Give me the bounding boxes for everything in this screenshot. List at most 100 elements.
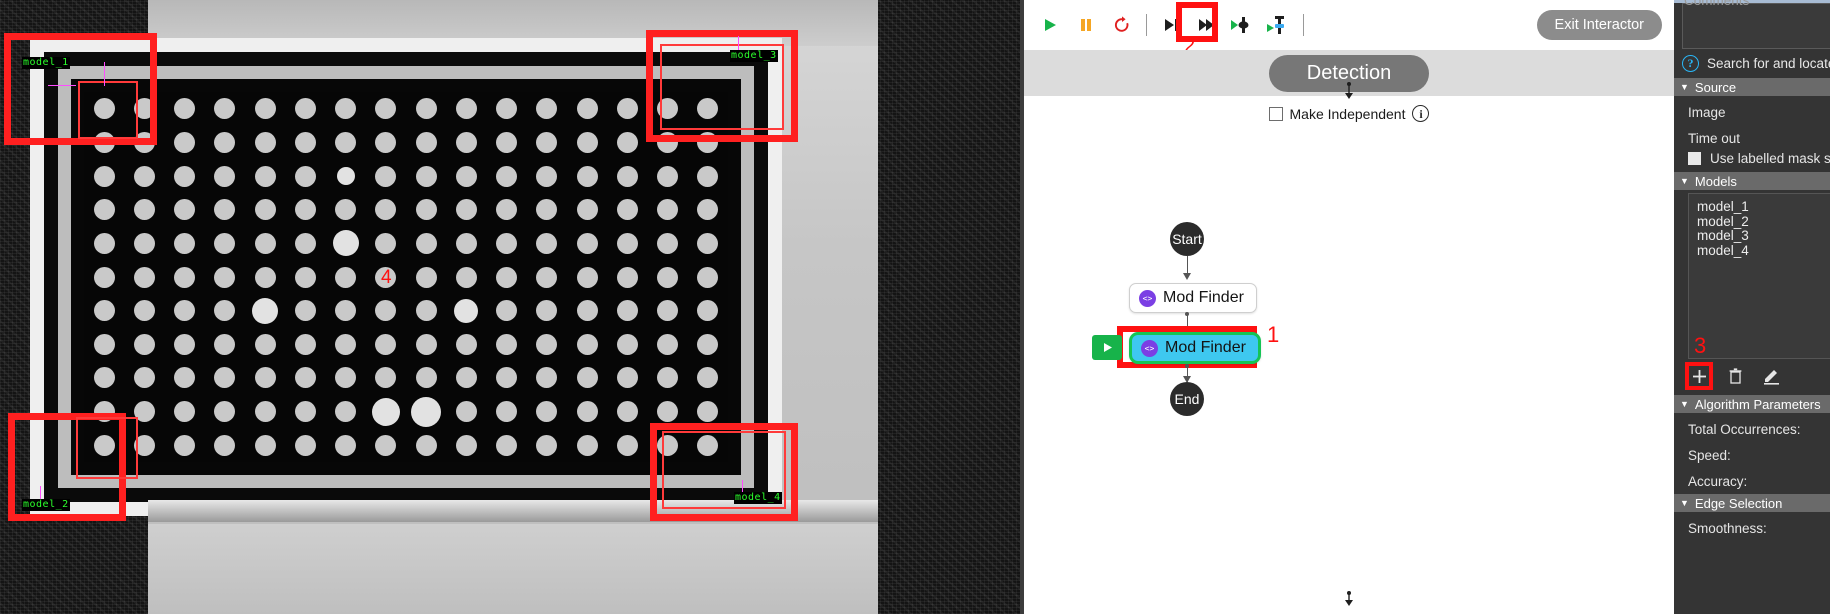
- grid-dot: [697, 165, 719, 187]
- delete-model-button[interactable]: [1724, 365, 1746, 387]
- make-independent-checkbox[interactable]: [1268, 106, 1283, 121]
- grid-dot: [375, 333, 397, 355]
- grid-dot: [576, 333, 598, 355]
- grid-dot: [214, 131, 236, 153]
- grid-dot: [496, 199, 518, 221]
- graph-node-start-label: Start: [1172, 231, 1202, 247]
- grid-dot: [254, 367, 276, 389]
- grid-dot: [214, 401, 236, 423]
- graph-node-mod-finder-1[interactable]: <> Mod Finder: [1129, 283, 1257, 313]
- add-model-button[interactable]: [1685, 362, 1713, 390]
- grid-dot: [455, 434, 477, 456]
- mask-sequence-row[interactable]: Use labelled mask sequence: [1688, 151, 1830, 166]
- section-header-source[interactable]: ▼ Source: [1674, 78, 1830, 96]
- list-item[interactable]: model_1: [1697, 199, 1830, 215]
- grid-dot: [375, 300, 397, 322]
- grid-dot: [174, 367, 196, 389]
- graph-node-end[interactable]: End: [1170, 382, 1204, 416]
- section-header-models[interactable]: ▼ Models: [1674, 172, 1830, 190]
- grid-dot: [455, 131, 477, 153]
- exit-interactor-button[interactable]: Exit Interactor: [1536, 10, 1662, 40]
- grid-dot: [335, 131, 357, 153]
- graph-node-mod-finder-2[interactable]: <> Mod Finder: [1129, 332, 1261, 364]
- grid-dot: [415, 333, 437, 355]
- search-hint-row[interactable]: ? Search for and locate models: [1674, 51, 1830, 75]
- model-tag-4: model_4: [734, 492, 782, 504]
- grid-dot: [93, 367, 115, 389]
- grid-dot: [697, 199, 719, 221]
- chevron-down-icon: ▼: [1680, 497, 1689, 508]
- properties-panel: Comments ? Search for and locate models …: [1674, 0, 1830, 614]
- grid-dot: [415, 300, 437, 322]
- grid-dot: [657, 333, 679, 355]
- grid-dot: [335, 98, 357, 120]
- grid-dot: [254, 266, 276, 288]
- grid-dot: [254, 232, 276, 254]
- comments-field[interactable]: [1682, 3, 1830, 49]
- section-header-edge-selection[interactable]: ▼ Edge Selection: [1674, 494, 1830, 512]
- grid-dot: [657, 266, 679, 288]
- grid-dot: [133, 232, 155, 254]
- grid-dot: [294, 232, 316, 254]
- grid-dot: [496, 98, 518, 120]
- grid-dot: [455, 98, 477, 120]
- image-viewer[interactable]: model_1 model_3 model_2 model_4 4: [0, 0, 1020, 614]
- grid-dot: [335, 199, 357, 221]
- grid-dot: [616, 199, 638, 221]
- set-breakpoint-icon[interactable]: [1261, 7, 1297, 43]
- run-from-here-icon[interactable]: [1092, 335, 1122, 360]
- run-icon[interactable]: [1032, 7, 1068, 43]
- grid-dot: [657, 165, 679, 187]
- grid-dot: [174, 232, 196, 254]
- speed-label: Speed:: [1688, 447, 1731, 463]
- grid-dot: [415, 434, 437, 456]
- grid-dot: [174, 266, 196, 288]
- grid-dot: [576, 131, 598, 153]
- grid-dot: [294, 367, 316, 389]
- grid-dot: [697, 300, 719, 322]
- grid-dot: [294, 98, 316, 120]
- list-item[interactable]: model_2: [1697, 214, 1830, 230]
- grid-dot: [133, 367, 155, 389]
- list-item[interactable]: model_4: [1697, 243, 1830, 259]
- grid-dot: [616, 131, 638, 153]
- roi-inner-model-2: [76, 417, 138, 479]
- grid-dot: [415, 199, 437, 221]
- run-to-breakpoint-icon[interactable]: [1225, 7, 1261, 43]
- list-item[interactable]: model_3: [1697, 229, 1830, 244]
- grid-dot: [536, 434, 558, 456]
- info-icon[interactable]: i: [1412, 105, 1430, 122]
- mask-sequence-checkbox[interactable]: [1688, 152, 1701, 165]
- grid-dot: [415, 266, 437, 288]
- grid-dot: [294, 434, 316, 456]
- reset-icon[interactable]: [1104, 7, 1140, 43]
- grid-dot: [616, 434, 638, 456]
- grid-dot: [576, 367, 598, 389]
- viewer-callout-number: 4: [381, 267, 392, 288]
- grid-dot: [294, 165, 316, 187]
- help-icon[interactable]: ?: [1682, 54, 1699, 72]
- mask-sequence-label: Use labelled mask sequence: [1710, 151, 1830, 166]
- models-action-bar: Delete All Models: [1685, 362, 1830, 390]
- grid-dot: [214, 434, 236, 456]
- grid-dot: [616, 232, 638, 254]
- accuracy-label: Accuracy:: [1688, 473, 1748, 489]
- models-list[interactable]: model_1 model_2 model_3 model_4: [1688, 193, 1830, 359]
- graph-node-start[interactable]: Start: [1170, 222, 1204, 256]
- edit-model-button[interactable]: [1760, 365, 1782, 387]
- edge-arrow-1: [1182, 273, 1191, 280]
- graph-scroll-down-icon[interactable]: [1343, 591, 1355, 612]
- grid-dot: [536, 199, 558, 221]
- pause-icon[interactable]: [1068, 7, 1104, 43]
- flow-graph-canvas[interactable]: Start <> Mod Finder <> Mod Finder 1 End: [1024, 132, 1674, 614]
- grid-dot: [214, 98, 236, 120]
- grid-dot: [697, 401, 719, 423]
- grid-dot: [616, 300, 638, 322]
- grid-dot: [536, 165, 558, 187]
- grid-dot: [657, 232, 679, 254]
- grid-dot: [415, 367, 437, 389]
- grid-dot: [536, 333, 558, 355]
- grid-dot: [214, 333, 236, 355]
- section-header-algorithm[interactable]: ▼ Algorithm Parameters: [1674, 395, 1830, 413]
- grid-dot: [214, 165, 236, 187]
